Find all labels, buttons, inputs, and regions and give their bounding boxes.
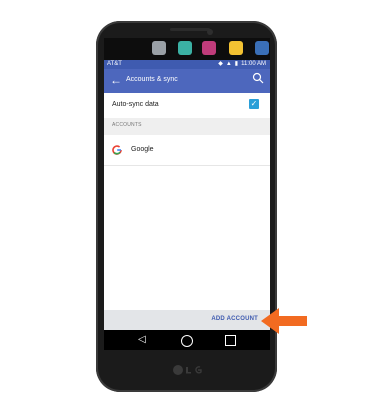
contacts-app-icon[interactable] — [178, 41, 192, 55]
notes-app-icon[interactable] — [229, 41, 243, 55]
arrow-left-icon[interactable]: ← — [110, 73, 122, 87]
auto-sync-label: Auto-sync data — [112, 101, 159, 108]
gallery-app-icon[interactable] — [255, 41, 269, 55]
triangle-back-icon[interactable]: ◁ — [138, 333, 146, 347]
pointer-arrow-icon — [261, 308, 307, 334]
lg-logo-icon — [173, 365, 202, 375]
google-account-label: Google — [131, 146, 154, 153]
carrier-label: AT&T — [107, 61, 122, 67]
square-recent-icon[interactable] — [225, 335, 236, 346]
proximity-sensor — [207, 29, 213, 35]
auto-sync-row[interactable]: Auto-sync data ✓ — [104, 93, 270, 118]
camera-app-icon[interactable] — [152, 41, 166, 55]
battery-icon: ▮ — [234, 61, 239, 67]
earpiece — [170, 28, 210, 31]
bottom-action-bar: ADD ACCOUNT — [104, 310, 270, 330]
auto-sync-checkbox[interactable]: ✓ — [249, 99, 259, 109]
search-icon[interactable] — [252, 72, 264, 84]
messaging-app-icon[interactable] — [202, 41, 216, 55]
wifi-icon: ◆ — [218, 61, 223, 67]
signal-icon: ▲ — [225, 61, 232, 67]
google-icon — [112, 145, 122, 155]
accounts-section-label: ACCOUNTS — [112, 122, 142, 128]
app-bar: ← Accounts & sync — [104, 69, 270, 93]
add-account-button[interactable]: ADD ACCOUNT — [211, 316, 258, 322]
account-row-google[interactable]: Google — [104, 135, 270, 166]
phone-screen: AT&T ◆ ▲ ▮ 11:00 AM ← Accounts & sync Au… — [104, 60, 270, 350]
accounts-section-header: ACCOUNTS — [104, 118, 270, 135]
navigation-bar: ◁ — [104, 330, 270, 350]
circle-home-icon[interactable] — [181, 335, 193, 347]
page-title: Accounts & sync — [126, 76, 178, 83]
clock-label: 11:00 AM — [241, 61, 266, 67]
status-bar: AT&T ◆ ▲ ▮ 11:00 AM — [104, 60, 270, 69]
